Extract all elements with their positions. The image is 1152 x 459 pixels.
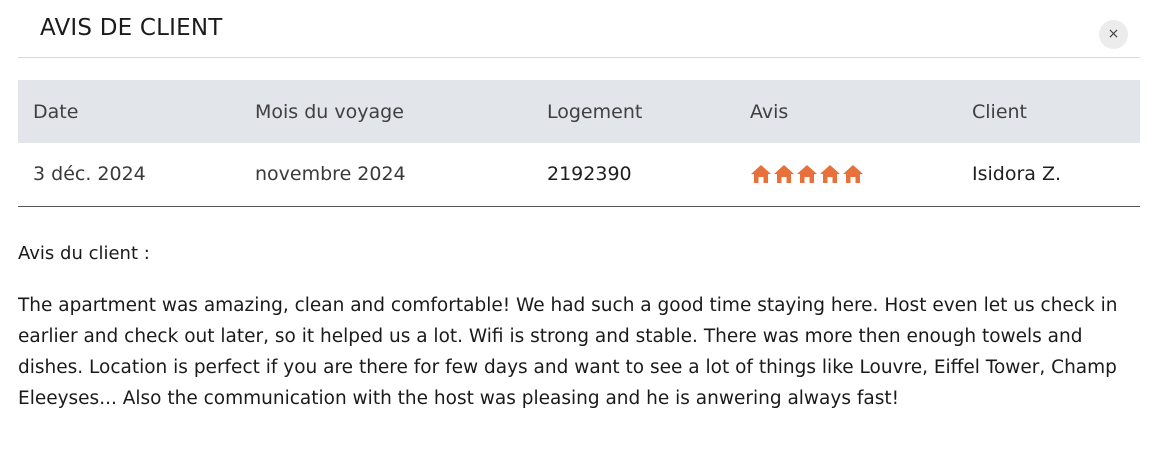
cell-travel-month: novembre 2024	[255, 163, 406, 186]
house-icon	[819, 164, 841, 184]
column-header-client: Client	[972, 100, 1028, 123]
cell-lodging: 2192390	[547, 163, 632, 186]
review-table: Date Mois du voyage Logement Avis Client…	[18, 80, 1140, 207]
close-button[interactable]: ×	[1099, 20, 1128, 49]
house-icon	[842, 164, 864, 184]
house-icon	[773, 164, 795, 184]
column-header-lodging: Logement	[547, 100, 643, 123]
cell-client: Isidora Z.	[972, 163, 1062, 186]
cell-rating	[735, 143, 957, 206]
review-modal: AVIS DE CLIENT × Date Mois du voyage Log…	[0, 0, 1152, 459]
review-label: Avis du client :	[18, 243, 150, 264]
column-header-rating: Avis	[750, 100, 789, 123]
modal-header: AVIS DE CLIENT ×	[18, 0, 1140, 58]
house-icon	[750, 164, 772, 184]
table-row: 3 déc. 2024 novembre 2024 2192390 Isidor…	[18, 143, 1140, 206]
table-header-row: Date Mois du voyage Logement Avis Client	[18, 80, 1140, 143]
modal-title: AVIS DE CLIENT	[40, 15, 223, 41]
review-text: The apartment was amazing, clean and com…	[18, 295, 1118, 409]
cell-date: 3 déc. 2024	[33, 163, 146, 186]
column-header-travel-month: Mois du voyage	[255, 100, 404, 123]
column-header-date: Date	[33, 100, 79, 123]
house-icon	[796, 164, 818, 184]
rating-houses	[750, 164, 957, 184]
